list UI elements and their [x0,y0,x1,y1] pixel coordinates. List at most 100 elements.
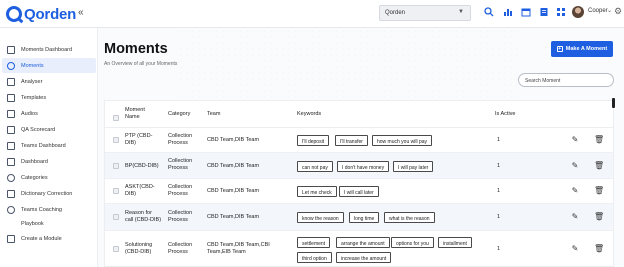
module-icon [7,234,15,243]
teams-icon [7,141,15,150]
keyword-chip: what is the reason [384,212,435,223]
table-header: Moment Name Category Team Keywords Is Ac… [105,101,613,128]
moment-category: Collection Process [168,210,193,223]
is-active-value: 1 [497,137,501,143]
select-all-checkbox[interactable] [113,115,119,121]
sidebar-item-label: Moments Dashboard [21,46,73,53]
moment-name: BP(CBD-DIB) [125,163,159,169]
keyword-chip: Let me check [297,186,337,197]
delete-icon[interactable]: 🗑 [594,213,604,221]
moments-table: Moment Name Category Team Keywords Is Ac… [104,100,614,267]
logo-text: Qorden [24,5,77,23]
page-subtitle: An Overview of all your Moments [104,61,178,67]
dashboard-icon [7,157,15,166]
edit-icon[interactable]: ✎ [571,213,579,221]
keyword-chip: options for you [391,237,434,248]
keyword-chip: settlement [297,237,331,248]
sidebar-item-label: Dashboard [21,158,48,165]
is-active-value: 1 [497,163,501,169]
table-scrollbar[interactable] [612,98,615,108]
sidebar-item-moments[interactable]: Moments [2,58,96,73]
sidebar-item-analyser[interactable]: Analyser [2,74,96,89]
keyword-chip: I will call later [339,186,379,197]
organization-select[interactable]: Qorden ▼ [379,5,471,21]
plus-icon: + [556,46,563,52]
keyword-chip: can not pay [297,161,333,172]
search-input[interactable]: Search Moment [518,73,614,87]
chevron-down-icon: ▼ [458,9,464,15]
user-name[interactable]: Cooper [588,8,608,14]
sidebar-item-templates[interactable]: Templates [2,90,96,105]
make-moment-button[interactable]: + Make A Moment [551,41,613,57]
moment-name: PTP (CBD- DIB) [125,133,153,146]
moment-category: Collection Process [168,242,193,255]
gear-icon[interactable]: ⚙ [614,6,622,17]
row-checkbox[interactable] [113,137,119,143]
moment-name: Solutioning (CBD-DIB) [125,242,153,255]
edit-icon[interactable]: ✎ [571,187,579,195]
audio-icon [7,109,15,118]
grid-icon[interactable] [555,7,567,19]
moment-name: ASKT(CBD- DIB) [125,184,155,197]
moment-team: CBD Team,DIB Team [207,214,260,220]
collapse-sidebar-icon[interactable]: « [78,7,84,18]
row-checkbox[interactable] [113,214,119,220]
row-checkbox[interactable] [113,246,119,252]
sidebar-item-label: Dictionary Correction [21,190,73,197]
keyword-chip: long time [349,212,380,223]
sidebar-item-label: Teams Dashboard [21,142,66,149]
keyword-chip: I'll transfer [335,135,368,146]
moment-category: Collection Process [168,133,193,146]
chevron-down-icon[interactable]: ⌄ [607,7,612,14]
row-checkbox[interactable] [113,163,119,169]
document-icon[interactable] [538,7,550,19]
sidebar-item-label: Create a Module [21,235,62,242]
table-row[interactable]: Reason for call (CBD-DIB) Collection Pro… [105,204,613,231]
edit-icon[interactable]: ✎ [571,162,579,170]
delete-icon[interactable]: 🗑 [594,245,604,253]
delete-icon[interactable]: 🗑 [594,162,604,170]
main-content: Moments An Overview of all your Moments … [98,28,624,267]
moment-name: Reason for call (CBD-DIB) [125,210,162,223]
categories-icon [7,173,15,182]
table-row[interactable]: Solutioning (CBD-DIB) Collection Process… [105,231,613,266]
page-title: Moments [104,41,168,57]
sidebar-item-teams-coaching[interactable]: Teams Coaching [2,202,96,217]
coaching-icon [7,205,15,214]
sidebar-item-label: QA Scorecard [21,126,56,133]
keyword-chip: installment [438,237,472,248]
table-row[interactable]: BP(CBD-DIB) Collection Process CBD Team,… [105,153,613,179]
playbook-icon [7,220,15,228]
delete-icon[interactable]: 🗑 [594,136,604,144]
table-row[interactable]: PTP (CBD- DIB) Collection Process CBD Te… [105,128,613,153]
edit-icon[interactable]: ✎ [571,136,579,144]
keyword-chip: third option [297,252,332,263]
sidebar-item-qa-scorecard[interactable]: QA Scorecard [2,122,96,137]
keyword-chip: know the reason [297,212,344,223]
search-icon[interactable] [483,7,495,19]
sidebar-item-moments-dashboard[interactable]: Moments Dashboard [2,42,96,57]
dictionary-icon [7,189,15,198]
app-logo[interactable]: Qorden [6,4,76,24]
sidebar-item-teams-dashboard[interactable]: Teams Dashboard [2,138,96,153]
bar-chart-icon[interactable] [502,7,514,19]
is-active-value: 1 [497,246,501,252]
moment-category: Collection Process [168,158,193,171]
sidebar-item-playbook[interactable]: Playbook [2,216,96,231]
sidebar-item-create-module[interactable]: Create a Module [2,231,96,246]
avatar[interactable] [572,6,584,18]
table-row[interactable]: ASKT(CBD- DIB) Collection Process CBD Te… [105,179,613,204]
scorecard-icon [7,125,15,134]
edit-icon[interactable]: ✎ [571,245,579,253]
row-checkbox[interactable] [113,188,119,194]
sidebar-item-dashboard[interactable]: Dashboard [2,154,96,169]
delete-icon[interactable]: 🗑 [594,187,604,195]
sidebar-item-label: Playbook [21,220,44,227]
moment-team: CBD Team,DIB Team,CBI Team,EIB Team [207,242,270,255]
calendar-icon[interactable] [520,7,532,19]
sidebar-item-categories[interactable]: Categories [2,170,96,185]
sidebar-item-dictionary-correction[interactable]: Dictionary Correction [2,186,96,201]
logo-mark-icon [6,6,22,22]
analyser-icon [7,77,15,86]
sidebar-item-audios[interactable]: Audios [2,106,96,121]
